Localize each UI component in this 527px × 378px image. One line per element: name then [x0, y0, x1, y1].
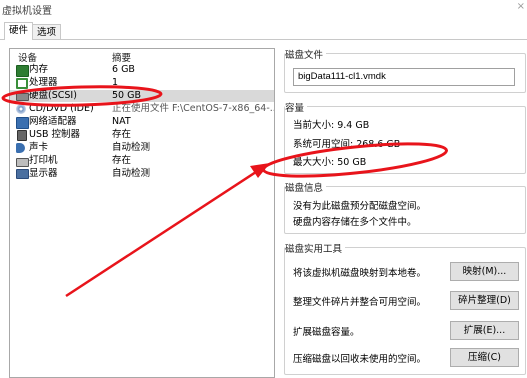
device-list[interactable]: 设备 摘要 内存 6 GB 处理器 1 硬盘(SCSI) 50 GB CD/DV…: [9, 48, 275, 378]
printer-icon: [16, 158, 29, 167]
capacity-title: 容量: [285, 100, 308, 114]
device-row-memory[interactable]: 内存 6 GB: [10, 64, 274, 77]
usb-icon: [17, 130, 27, 141]
device-summary: 存在: [112, 155, 132, 166]
device-name: 打印机: [29, 155, 58, 166]
max-size-text: 最大大小: 50 GB: [293, 157, 367, 168]
network-adapter-icon: [16, 117, 29, 129]
close-icon[interactable]: ×: [517, 1, 525, 12]
disk-file-title: 磁盘文件: [285, 47, 327, 61]
device-summary: 自动检测: [112, 168, 151, 179]
disk-utilities-title: 磁盘实用工具: [285, 241, 346, 255]
tab-options[interactable]: 选项: [32, 24, 62, 40]
device-name: USB 控制器: [29, 129, 81, 140]
device-name: 处理器: [29, 77, 58, 88]
device-name: 网络适配器: [29, 116, 77, 127]
expand-button[interactable]: 扩展(E)...: [450, 321, 519, 340]
defrag-description: 整理文件碎片并整合可用空间。: [293, 297, 427, 308]
device-name: 硬盘(SCSI): [29, 90, 77, 101]
disk-info-group: 磁盘信息 没有为此磁盘预分配磁盘空间。 硬盘内容存储在多个文件中。: [284, 180, 526, 234]
memory-icon: [16, 65, 29, 77]
device-summary: 自动检测: [112, 142, 151, 153]
device-row-network-adapter[interactable]: 网络适配器 NAT: [10, 116, 274, 129]
device-row-sound-card[interactable]: 声卡 自动检测: [10, 142, 274, 154]
disk-info-line-1: 没有为此磁盘预分配磁盘空间。: [293, 201, 427, 212]
device-summary: 6 GB: [112, 64, 135, 75]
map-description: 将该虚拟机磁盘映射到本地卷。: [293, 268, 427, 279]
current-size-text: 当前大小: 9.4 GB: [293, 120, 370, 131]
display-icon: [16, 169, 29, 179]
device-name: 内存: [29, 64, 49, 75]
defragment-button[interactable]: 碎片整理(D): [450, 291, 519, 310]
column-header-device: 设备: [18, 53, 38, 64]
expand-description: 扩展磁盘容量。: [293, 327, 360, 338]
capacity-group: 容量 当前大小: 9.4 GB 系统可用空间: 268.6 GB 最大大小: 5…: [284, 100, 526, 174]
compact-button[interactable]: 压缩(C): [450, 348, 519, 367]
device-summary: 1: [112, 77, 119, 88]
cd-dvd-icon: [16, 104, 26, 114]
disk-utilities-group: 磁盘实用工具 将该虚拟机磁盘映射到本地卷。 映射(M)... 整理文件碎片并整合…: [284, 241, 526, 375]
processor-icon: [16, 78, 28, 89]
available-space-text: 系统可用空间: 268.6 GB: [293, 139, 401, 150]
disk-file-group: 磁盘文件 bigData111-cl1.vmdk: [284, 47, 526, 93]
title-bar: 虚拟机设置 ×: [0, 0, 527, 18]
device-summary: NAT: [112, 116, 131, 127]
device-row-cd-dvd[interactable]: CD/DVD (IDE) 正在使用文件 F:\CentOS-7-x86_64-.…: [10, 103, 274, 115]
tab-divider: [0, 39, 527, 40]
sound-card-icon: [16, 143, 25, 153]
tab-bar: 硬件 选项: [0, 22, 527, 40]
device-row-usb[interactable]: USB 控制器 存在: [10, 129, 274, 141]
compact-description: 压缩磁盘以回收未使用的空间。: [293, 354, 427, 365]
map-button[interactable]: 映射(M)...: [450, 262, 519, 281]
window-title: 虚拟机设置: [2, 6, 52, 17]
device-row-processor[interactable]: 处理器 1: [10, 77, 274, 89]
disk-info-title: 磁盘信息: [285, 180, 327, 194]
device-row-display[interactable]: 显示器 自动检测: [10, 168, 274, 180]
device-summary: 存在: [112, 129, 132, 140]
device-summary: 正在使用文件 F:\CentOS-7-x86_64-...: [112, 103, 275, 114]
device-row-printer[interactable]: 打印机 存在: [10, 155, 274, 167]
tab-hardware[interactable]: 硬件: [4, 22, 34, 40]
disk-info-line-2: 硬盘内容存储在多个文件中。: [293, 217, 417, 228]
column-header-summary: 摘要: [112, 53, 132, 64]
device-name: CD/DVD (IDE): [29, 103, 94, 114]
device-name: 显示器: [29, 168, 58, 179]
device-name: 声卡: [29, 142, 49, 153]
hard-disk-icon: [16, 93, 29, 101]
device-row-hard-disk[interactable]: 硬盘(SCSI) 50 GB: [10, 90, 274, 102]
device-list-header: 设备 摘要: [10, 50, 274, 64]
device-summary: 50 GB: [112, 90, 141, 101]
disk-file-field[interactable]: bigData111-cl1.vmdk: [293, 68, 515, 86]
